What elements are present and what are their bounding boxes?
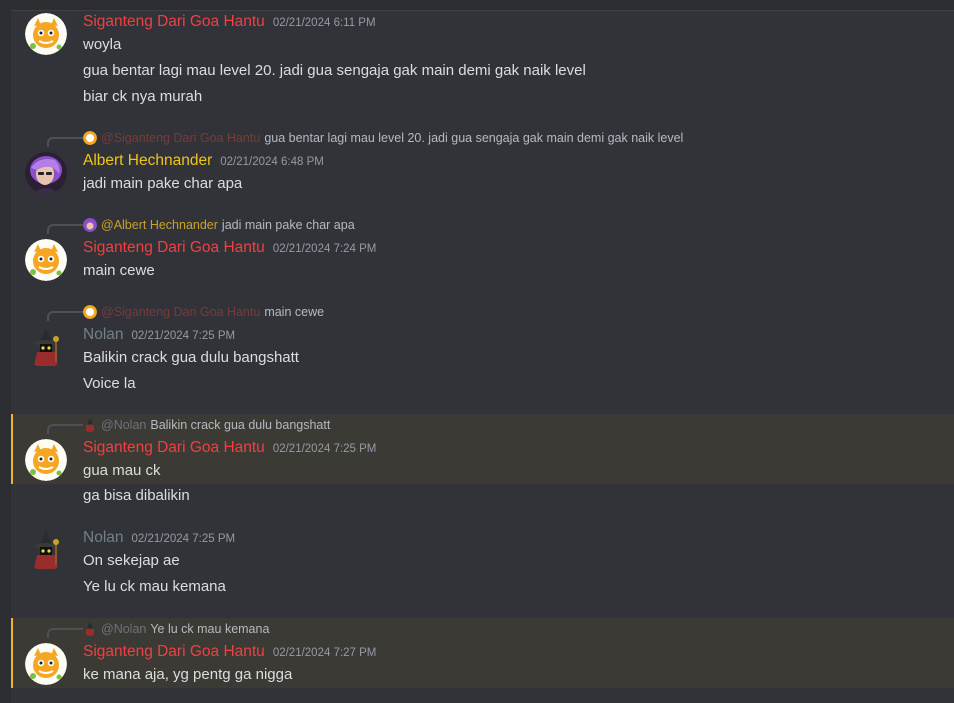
reply-avatar-icon [83,305,97,319]
message-text: On sekejap ae [83,552,180,569]
message-header: Albert Hechnander 02/21/2024 6:48 PM [83,152,324,174]
reply-text: Ye lu ck mau kemana [150,622,270,636]
reply-spine-icon [47,137,83,147]
reply-mention[interactable]: @Siganteng Dari Goa Hantu [101,131,260,145]
message-text: jadi main pake char apa [83,175,243,192]
reply-avatar-icon [83,131,97,145]
author-avatar[interactable] [25,529,67,571]
message-header: Siganteng Dari Goa Hantu 02/21/2024 6:11… [83,13,376,35]
author-name[interactable]: Siganteng Dari Goa Hantu [83,439,265,457]
author-name[interactable]: Siganteng Dari Goa Hantu [83,13,265,31]
timestamp[interactable]: 02/21/2024 6:48 PM [220,156,324,168]
reply-mention[interactable]: @Nolan [101,622,146,636]
author-name[interactable]: Albert Hechnander [83,152,212,170]
reply-mention[interactable]: @Nolan [101,418,146,432]
reply-avatar-icon [83,622,97,636]
cat-face-avatar-icon [25,439,67,481]
author-name[interactable]: Nolan [83,326,124,344]
message[interactable]: @Siganteng Dari Goa Hantu main cewe Nola… [11,301,954,399]
timestamp[interactable]: 02/21/2024 7:25 PM [273,443,377,455]
message-text: gua bentar lagi mau level 20. jadi gua s… [83,62,586,79]
author-name[interactable]: Nolan [83,529,124,547]
message-header: Siganteng Dari Goa Hantu 02/21/2024 7:24… [83,239,376,261]
reply-avatar-icon [83,418,97,432]
author-name[interactable]: Siganteng Dari Goa Hantu [83,239,265,257]
author-avatar[interactable] [25,13,67,55]
cat-face-avatar-icon [25,239,67,281]
timestamp[interactable]: 02/21/2024 7:25 PM [132,533,236,545]
reply-text: gua bentar lagi mau level 20. jadi gua s… [264,131,684,145]
message-text: gua mau ck [83,462,161,479]
message-header: Nolan 02/21/2024 7:25 PM [83,326,235,348]
cat-face-avatar-icon [25,643,67,685]
reply-spine-icon [47,224,83,234]
message-header: Siganteng Dari Goa Hantu 02/21/2024 7:25… [83,439,376,461]
timestamp[interactable]: 02/21/2024 7:25 PM [132,330,236,342]
author-avatar[interactable] [25,239,67,281]
message[interactable]: Nolan 02/21/2024 7:25 PM On sekejap ae Y… [11,527,954,599]
channel-rail [0,0,11,703]
message-text: Ye lu ck mau kemana [83,578,226,595]
reply-text: Balikin crack gua dulu bangshatt [150,418,331,432]
reply-spine-icon [47,628,83,638]
timestamp[interactable]: 02/21/2024 6:11 PM [273,17,376,29]
reply-preview[interactable]: @Nolan Balikin crack gua dulu bangshatt [83,417,330,433]
black-mage-avatar-icon [34,531,59,569]
message-highlighted[interactable]: @Nolan Ye lu ck mau kemana Siganteng Dar… [11,618,954,688]
message-highlighted[interactable]: @Nolan Balikin crack gua dulu bangshatt … [11,414,954,484]
reply-spine-icon [47,424,83,434]
message-text: main cewe [83,262,155,279]
message-text: biar ck nya murah [83,88,203,105]
message-header: Nolan 02/21/2024 7:25 PM [83,529,235,551]
reply-mention[interactable]: @Siganteng Dari Goa Hantu [101,305,260,319]
author-avatar[interactable] [25,152,67,194]
author-avatar[interactable] [25,439,67,481]
message[interactable]: @Albert Hechnander jadi main pake char a… [11,214,954,286]
top-strip [0,0,954,11]
message[interactable]: Siganteng Dari Goa Hantu 02/21/2024 6:11… [11,11,954,111]
reply-spine-icon [47,311,83,321]
reply-mention[interactable]: @Albert Hechnander [101,218,218,232]
author-name[interactable]: Siganteng Dari Goa Hantu [83,643,265,661]
cat-face-avatar-icon [25,13,67,55]
black-mage-avatar-icon [34,328,59,366]
message-text: ga bisa dibalikin [83,487,190,504]
author-avatar[interactable] [25,326,67,368]
reply-preview[interactable]: @Siganteng Dari Goa Hantu main cewe [83,304,324,320]
message-text: Voice la [83,375,136,392]
reply-preview[interactable]: @Albert Hechnander jadi main pake char a… [83,217,355,233]
message-list[interactable]: Siganteng Dari Goa Hantu 02/21/2024 6:11… [11,11,954,703]
reply-preview[interactable]: @Nolan Ye lu ck mau kemana [83,621,269,637]
author-avatar[interactable] [25,643,67,685]
message-text: woyla [83,36,122,53]
reply-avatar-icon [83,218,97,232]
message-header: Siganteng Dari Goa Hantu 02/21/2024 7:27… [83,643,376,665]
message-text: ke mana aja, yg pentg ga nigga [83,666,293,683]
timestamp[interactable]: 02/21/2024 7:24 PM [273,243,377,255]
message[interactable]: @Siganteng Dari Goa Hantu gua bentar lag… [11,127,954,199]
reply-text: main cewe [264,305,325,319]
reply-text: jadi main pake char apa [221,218,355,232]
purple-hair-portrait-avatar [25,152,67,194]
reply-preview[interactable]: @Siganteng Dari Goa Hantu gua bentar lag… [83,130,683,146]
timestamp[interactable]: 02/21/2024 7:27 PM [273,647,377,659]
message-text: Balikin crack gua dulu bangshatt [83,349,299,366]
